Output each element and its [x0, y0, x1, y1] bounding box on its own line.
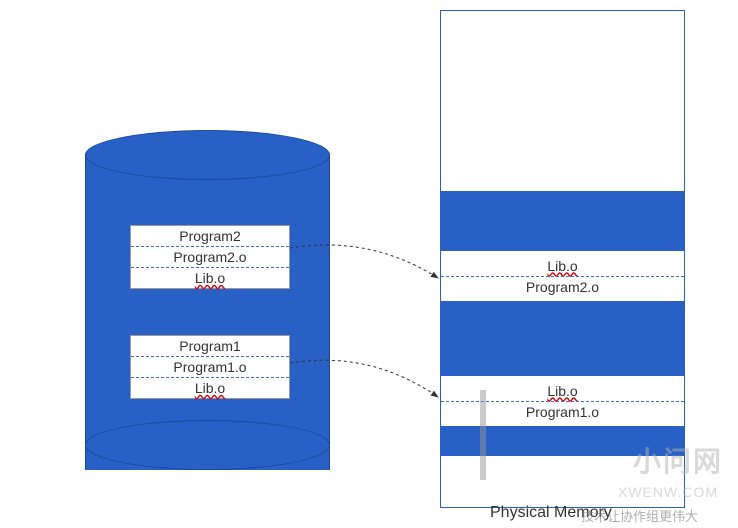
- watermark-bar: [480, 390, 486, 480]
- arrow-p2-to-memory: [290, 240, 450, 305]
- memory-used-1: [441, 191, 684, 251]
- memory-program1-segment: Lib.o Program1.o: [441, 376, 684, 426]
- memory-p2-obj: Program2.o: [441, 277, 684, 297]
- memory-p2-lib: Lib.o: [441, 256, 684, 276]
- memory-p1-lib: Lib.o: [441, 381, 684, 401]
- watermark-logo: 小问网: [633, 440, 723, 480]
- program2-box: Program2 Program2.o Lib.o: [130, 225, 290, 289]
- program1-box: Program1 Program1.o Lib.o: [130, 335, 290, 399]
- watermark-slogan: 技术让协作组更伟大: [581, 506, 698, 525]
- program1-lib: Lib.o: [131, 378, 289, 398]
- memory-p1-obj: Program1.o: [441, 402, 684, 422]
- memory-empty-top: [441, 11, 684, 191]
- arrow-p1-to-memory: [290, 355, 450, 420]
- cylinder-top: [85, 130, 330, 180]
- program1-title: Program1: [131, 336, 289, 357]
- program1-object: Program1.o: [131, 357, 289, 378]
- program2-lib: Lib.o: [131, 268, 289, 288]
- memory-used-2: [441, 301, 684, 376]
- memory-program2-segment: Lib.o Program2.o: [441, 251, 684, 301]
- program2-title: Program2: [131, 226, 289, 247]
- program2-object: Program2.o: [131, 247, 289, 268]
- physical-memory: Lib.o Program2.o Lib.o Program1.o: [440, 10, 685, 508]
- cylinder-bottom: [85, 420, 330, 470]
- watermark-url: XWENW.COM: [618, 484, 718, 500]
